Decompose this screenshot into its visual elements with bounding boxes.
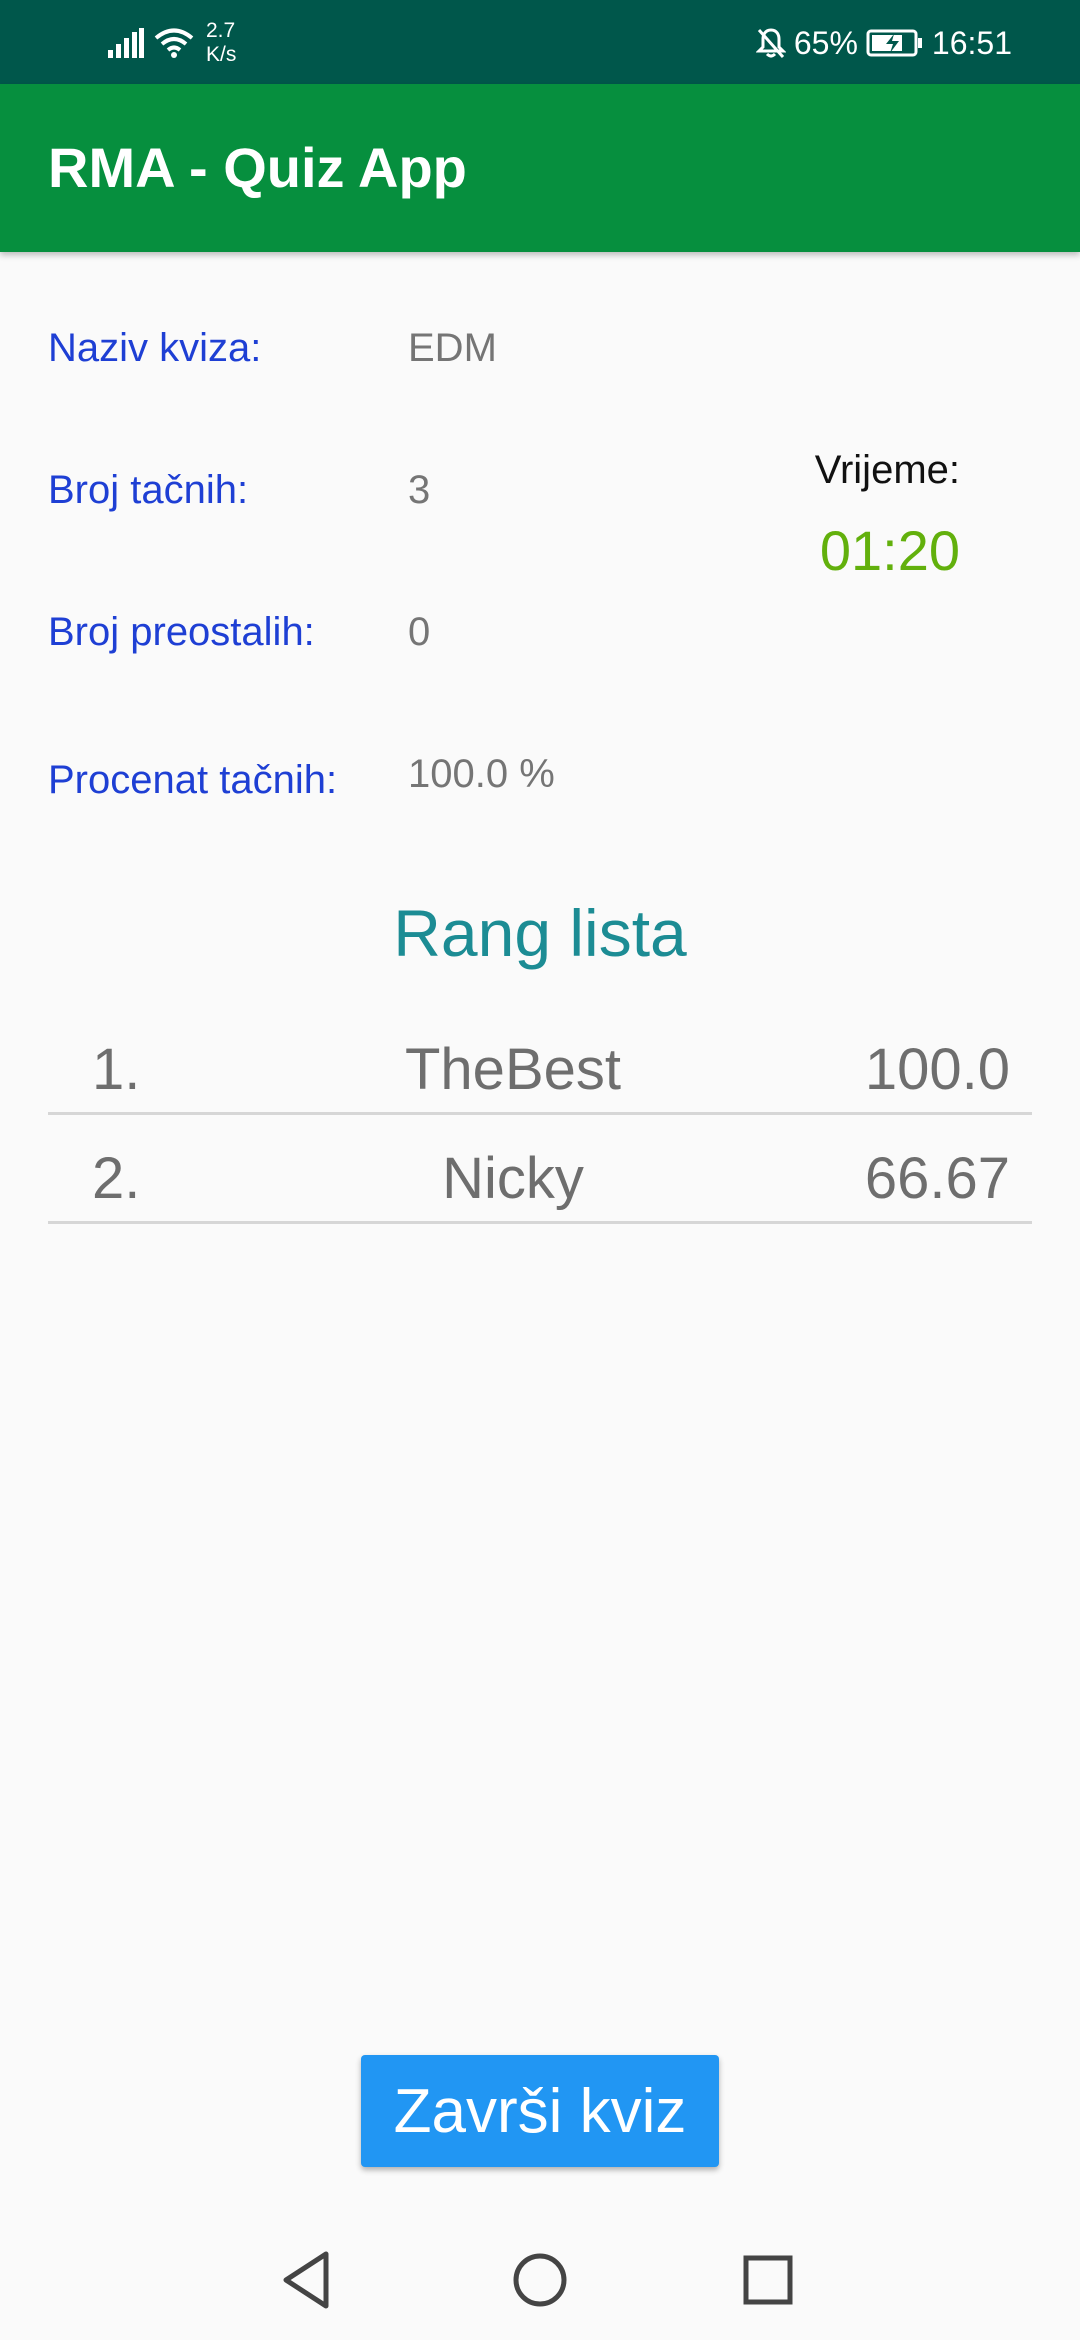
nav-bar xyxy=(0,2220,1080,2340)
status-bar-left: 2.7 K/s xyxy=(108,18,236,68)
home-icon[interactable] xyxy=(502,2242,578,2318)
correct-percent-value: 100.0 % xyxy=(408,752,555,796)
timer-value: 01:20 xyxy=(819,519,960,582)
network-speed: 2.7 K/s xyxy=(206,19,236,67)
quiz-name-value: EDM xyxy=(408,326,497,370)
network-speed-unit: K/s xyxy=(206,43,237,66)
status-time: 16:51 xyxy=(931,24,1012,61)
remaining-count-value: 0 xyxy=(408,610,431,654)
recents-icon[interactable] xyxy=(730,2242,806,2318)
ranking-row[interactable]: 2. Nicky 66.67 xyxy=(48,1115,1032,1224)
correct-count-label: Broj tačnih: xyxy=(48,468,249,512)
wifi-icon xyxy=(154,28,194,58)
app-bar: RMA - Quiz App xyxy=(0,84,1080,252)
ranking-score: 100.0 xyxy=(864,1037,1010,1102)
ranking-row[interactable]: 1. TheBest 100.0 xyxy=(48,1006,1032,1115)
bell-off-icon xyxy=(755,28,786,58)
signal-icon xyxy=(108,28,144,58)
app-title: RMA - Quiz App xyxy=(48,136,467,199)
correct-percent-label: Procenat tačnih: xyxy=(48,758,338,802)
timer-label: Vrijeme: xyxy=(814,448,960,492)
correct-count-value: 3 xyxy=(408,468,431,512)
network-speed-value: 2.7 xyxy=(206,19,236,42)
back-icon[interactable] xyxy=(270,2242,346,2318)
ranking-player-name: TheBest xyxy=(405,1037,621,1102)
ranking-player-name: Nicky xyxy=(442,1146,584,1211)
ranking-title: Rang lista xyxy=(393,896,687,970)
status-bar: 2.7 K/s 65% 16:51 xyxy=(0,0,1080,84)
finish-quiz-button[interactable]: Završi kviz xyxy=(361,2055,719,2167)
status-bar-right: 65% 16:51 xyxy=(748,18,1012,68)
ranking-score: 66.67 xyxy=(864,1146,1010,1211)
remaining-count-label: Broj preostalih: xyxy=(48,610,315,654)
battery-percent: 65% xyxy=(793,24,858,61)
quiz-name-label: Naziv kviza: xyxy=(48,326,262,370)
battery-charging-icon xyxy=(866,29,922,57)
